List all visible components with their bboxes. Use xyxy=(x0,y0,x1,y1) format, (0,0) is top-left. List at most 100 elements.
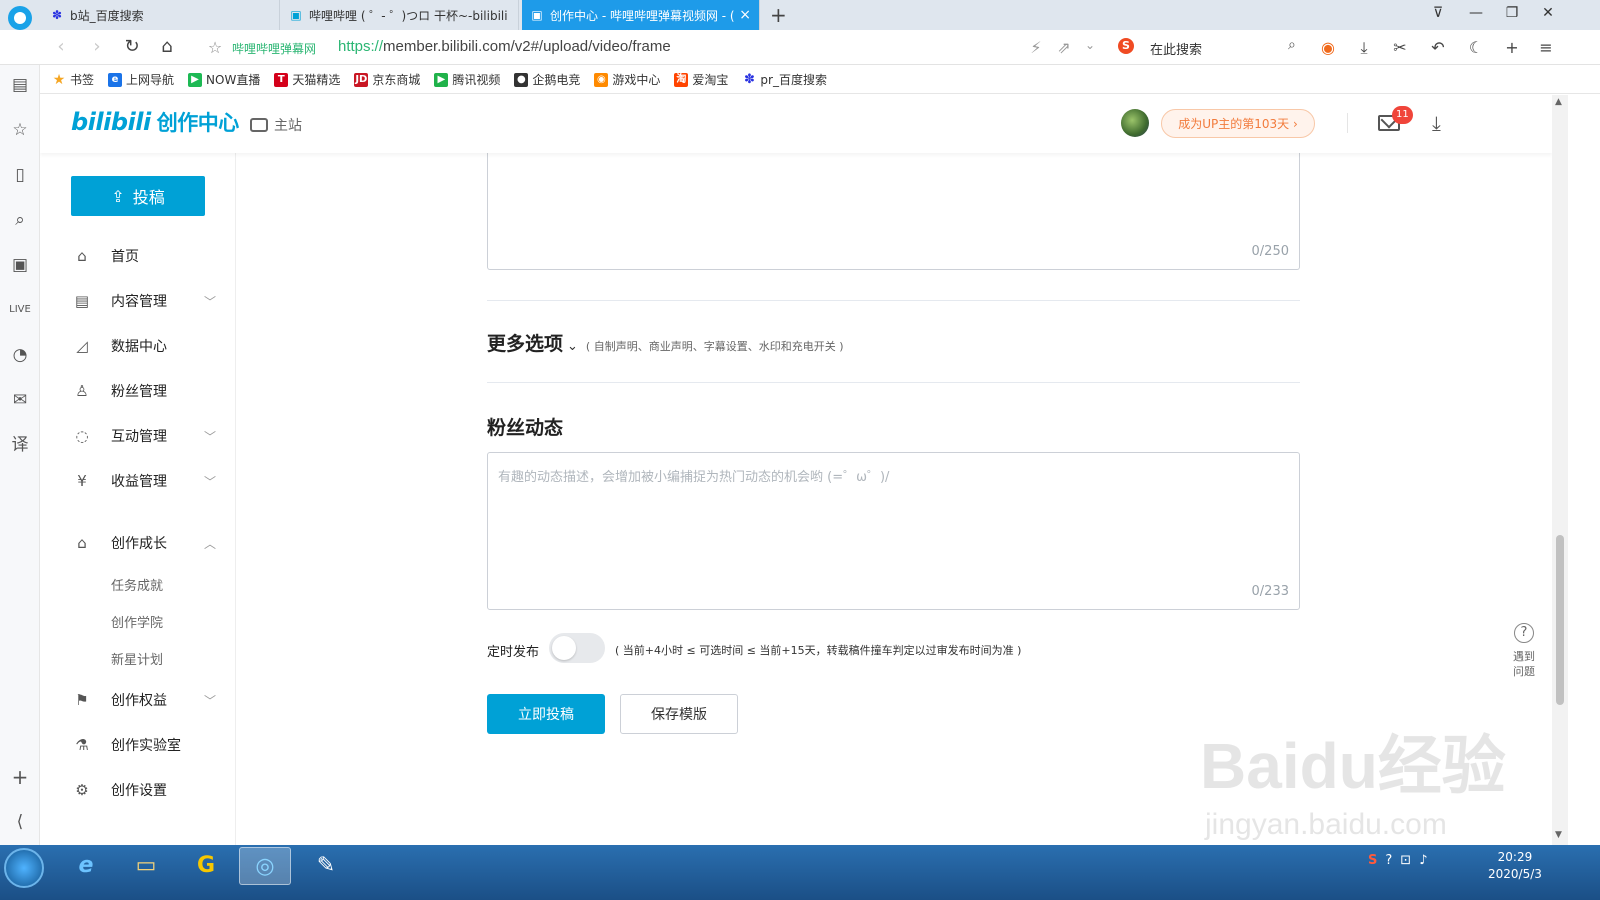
download-icon[interactable]: ⤓ xyxy=(1432,111,1441,135)
nav-item-growth[interactable]: ⌂ 创作成长 ︿ xyxy=(71,528,216,558)
favorite-star-icon[interactable]: ☆ xyxy=(204,38,226,57)
baidu-watermark: Baidu经验 xyxy=(1200,730,1506,802)
live-icon[interactable]: LIVE xyxy=(8,298,32,322)
tab-close-icon[interactable]: × xyxy=(739,7,751,23)
bookmark-item[interactable]: ◉ 游戏中心 xyxy=(594,71,660,88)
now-live-icon: ▶ xyxy=(188,72,203,87)
nav-sub-newstar[interactable]: 新星计划 xyxy=(111,649,163,668)
nav-item-home[interactable]: ⌂ 首页 xyxy=(71,241,216,271)
nav-item-interaction[interactable]: ◌ 互动管理 ﹀ xyxy=(71,421,216,451)
nav-label: 创作权益 xyxy=(111,693,167,709)
url-dropdown-icon[interactable]: ⌄ xyxy=(1080,38,1100,52)
mailbox-icon[interactable]: ✉ xyxy=(8,388,32,412)
bookmark-item[interactable]: ★ 书签 xyxy=(52,71,94,88)
add-icon[interactable]: + xyxy=(1502,38,1522,57)
scrollbar-thumb[interactable] xyxy=(1556,535,1564,705)
search-engine-logo-icon[interactable]: S xyxy=(1118,38,1134,54)
search-icon[interactable]: ⌕ xyxy=(8,208,32,232)
network-icon[interactable]: ⊡ xyxy=(1400,853,1411,868)
skin-icon[interactable]: ⊽ xyxy=(1428,5,1448,21)
forward-icon[interactable]: › xyxy=(86,36,108,57)
scroll-up-icon[interactable]: ▲ xyxy=(1555,97,1562,107)
nav-sub-academy[interactable]: 创作学院 xyxy=(111,612,163,631)
save-template-button[interactable]: 保存模版 xyxy=(620,694,738,734)
home-icon[interactable]: ⌂ xyxy=(156,36,178,57)
search-box[interactable]: S 在此搜索 ⌕ xyxy=(1112,36,1312,60)
nav-item-settings[interactable]: ⚙ 创作设置 xyxy=(71,775,216,805)
nav-label: 创作设置 xyxy=(111,783,167,799)
nav-item-income[interactable]: ¥ 收益管理 ﹀ xyxy=(71,466,216,496)
add-icon[interactable]: + xyxy=(8,765,32,789)
bookmark-item[interactable]: ✽ pr_百度搜索 xyxy=(742,71,827,88)
nav-item-content[interactable]: ▤ 内容管理 ﹀ xyxy=(71,286,216,316)
fans-dynamic-textarea[interactable]: 有趣的动态描述，会增加被小编捕捉为热门动态的机会哟 (=゜ω゜)/ 0/233 xyxy=(487,452,1300,610)
tab-baidu-search[interactable]: ✽ b站_百度搜索 xyxy=(42,0,280,30)
baidu-watermark-url: jingyan.baidu.com xyxy=(1205,808,1447,841)
video-icon[interactable]: ▣ xyxy=(8,253,32,277)
tab-creator-center[interactable]: ▣ 创作中心 - 哔哩哔哩弹幕视频网 - ( × xyxy=(522,0,760,30)
browser-logo-icon[interactable] xyxy=(8,6,32,30)
tab-bilibili-home[interactable]: ▣ 哔哩哔哩 ( ゜- ゜)つロ 干杯~-bilibili xyxy=(281,0,519,30)
search-input[interactable]: 在此搜索 xyxy=(1150,39,1202,58)
nav-label: 粉丝管理 xyxy=(111,384,167,400)
up-days-badge[interactable]: 成为UP主的第103天 › xyxy=(1161,109,1315,138)
back-icon[interactable]: ‹ xyxy=(50,36,72,57)
bookmark-item[interactable]: JD 京东商城 xyxy=(354,71,420,88)
scroll-down-icon[interactable]: ▼ xyxy=(1555,830,1562,840)
main-site-link[interactable]: 主站 xyxy=(250,115,302,135)
book-icon[interactable]: ▯ xyxy=(8,163,32,187)
nav-item-lab[interactable]: ⚗ 创作实验室 xyxy=(71,730,216,760)
page-scrollbar[interactable]: ▲ ▼ xyxy=(1552,95,1568,845)
more-options-toggle[interactable]: 更多选项 ⌄ ( 自制声明、商业声明、字幕设置、水印和充电开关 ) xyxy=(487,329,844,356)
nav-item-data[interactable]: ◿ 数据中心 xyxy=(71,331,216,361)
avatar[interactable] xyxy=(1121,109,1149,137)
search-icon[interactable]: ⌕ xyxy=(1288,37,1296,53)
chat-bubble-icon[interactable]: ◔ xyxy=(8,343,32,367)
sogou-input-icon[interactable]: S xyxy=(1368,853,1377,868)
menu-icon[interactable]: ≡ xyxy=(1536,38,1556,57)
bookmark-item[interactable]: ▶ 腾讯视频 xyxy=(434,71,500,88)
reader-icon[interactable]: ▤ xyxy=(8,73,32,97)
nav-item-fans[interactable]: ♙ 粉丝管理 xyxy=(71,376,216,406)
minimize-icon[interactable]: — xyxy=(1466,5,1486,21)
bookmark-item[interactable]: e 上网导航 xyxy=(108,71,174,88)
start-button-icon[interactable] xyxy=(4,848,44,888)
restore-icon[interactable]: ❐ xyxy=(1502,5,1522,21)
undo-close-icon[interactable]: ↶ xyxy=(1428,38,1448,57)
share-icon[interactable]: ⇗ xyxy=(1054,38,1074,57)
url-path: member.bilibili.com/v2#/upload/video/fra… xyxy=(383,38,671,55)
url-field[interactable]: https://member.bilibili.com/v2#/upload/v… xyxy=(338,38,671,55)
bookmark-item[interactable]: T 天猫精选 xyxy=(274,71,340,88)
nav-sub-tasks[interactable]: 任务成就 xyxy=(111,575,163,594)
bookmark-item[interactable]: 淘爱淘宝 xyxy=(674,71,728,88)
submit-button[interactable]: 立即投稿 xyxy=(487,694,605,734)
paint-icon[interactable]: ✎ xyxy=(300,847,352,885)
favorites-star-icon[interactable]: ☆ xyxy=(8,118,32,142)
collapse-sidebar-icon[interactable]: ⟨ xyxy=(8,810,32,834)
night-mode-icon[interactable]: ☾ xyxy=(1466,38,1486,57)
reload-icon[interactable]: ↻ xyxy=(121,36,143,57)
download-manager-icon[interactable]: ⤓ xyxy=(1354,38,1374,58)
bookmarks-bar: ★ 书签 e 上网导航 ▶ NOW直播 T 天猫精选 JD 京东商城 ▶ 腾讯视频 ● 企鹅电… xyxy=(40,66,1600,94)
gamepad-icon[interactable]: ◉ xyxy=(1318,38,1338,57)
help-tray-icon[interactable]: ? xyxy=(1385,853,1392,868)
bookmark-item[interactable]: ● 企鹅电竞 xyxy=(514,71,580,88)
ie-icon[interactable]: e xyxy=(60,847,112,885)
description-textarea[interactable]: 0/250 xyxy=(487,143,1300,270)
game-icon[interactable]: G xyxy=(180,847,232,885)
nav-item-rights[interactable]: ⚑ 创作权益 ﹀ xyxy=(71,685,216,715)
translate-icon[interactable]: 译 xyxy=(8,433,32,457)
system-clock[interactable]: 20:29 2020/5/3 xyxy=(1488,849,1542,883)
upload-button[interactable]: ⇪ 投稿 xyxy=(71,176,205,216)
volume-icon[interactable]: ♪ xyxy=(1419,853,1427,868)
bookmark-item[interactable]: ▶ NOW直播 xyxy=(188,71,260,88)
browser-icon[interactable]: ◎ xyxy=(239,847,291,885)
schedule-toggle[interactable] xyxy=(549,633,605,663)
help-button[interactable]: ? 遇到 问题 xyxy=(1504,623,1544,679)
creator-center-logo[interactable]: bilibili 创作中心 xyxy=(71,107,239,137)
screenshot-scissors-icon[interactable]: ✂ xyxy=(1390,38,1410,57)
close-window-icon[interactable]: ✕ xyxy=(1538,5,1558,21)
new-tab-button[interactable]: + xyxy=(770,3,787,27)
speed-mode-icon[interactable]: ⚡ xyxy=(1026,38,1046,57)
folder-icon[interactable]: ▭ xyxy=(120,847,172,885)
